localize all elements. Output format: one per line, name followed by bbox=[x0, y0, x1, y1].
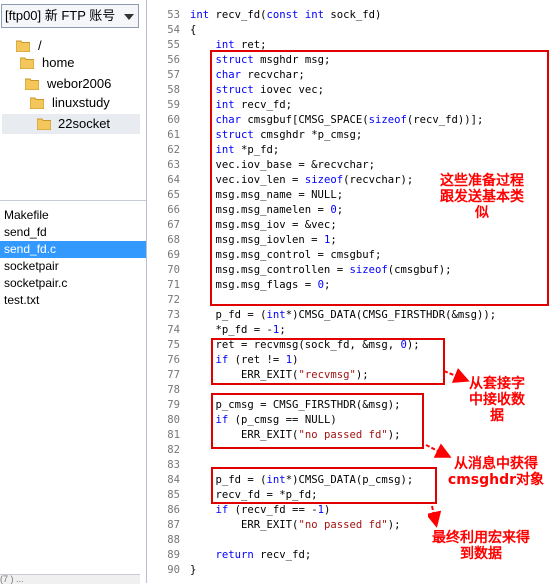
code-line: 53 int recv_fd(const int sock_fd) bbox=[150, 8, 551, 23]
tree-item-22socket[interactable]: 22socket bbox=[2, 114, 140, 134]
code-line: 54 { bbox=[150, 23, 551, 38]
tree-item-linuxstudy[interactable]: linuxstudy bbox=[30, 93, 142, 113]
annotation-note-setup: 这些准备过程跟发送基本类似 bbox=[440, 173, 524, 221]
code-text: p_fd = (int*)CMSG_DATA(CMSG_FIRSTHDR(&ms… bbox=[190, 309, 497, 321]
line-number: 75 bbox=[167, 339, 180, 351]
folder-tree: / home webor2006 linuxstudy 22socket bbox=[0, 30, 146, 201]
line-number: 71 bbox=[167, 279, 180, 291]
line-number: 68 bbox=[167, 234, 180, 246]
line-number: 56 bbox=[167, 54, 180, 66]
folder-icon bbox=[16, 40, 30, 52]
file-item-socketpair-c[interactable]: socketpair.c bbox=[0, 275, 146, 292]
tree-item-label: webor2006 bbox=[47, 76, 112, 91]
site-combo[interactable]: [ftp00] 新 FTP 账号 bbox=[1, 4, 139, 28]
code-text: if (recv_fd == -1) bbox=[215, 504, 331, 516]
annotation-note-cmsghdr: 从消息中获得cmsghdr对象 bbox=[442, 456, 550, 488]
file-item-socketpair[interactable]: socketpair bbox=[0, 258, 146, 275]
line-number: 55 bbox=[167, 39, 180, 51]
annotation-box-recvmsg bbox=[211, 338, 445, 385]
file-list: Makefile send_fd send_fd.c socketpair so… bbox=[0, 204, 146, 583]
line-number: 64 bbox=[167, 174, 180, 186]
line-number: 77 bbox=[167, 369, 180, 381]
tree-item-label: linuxstudy bbox=[52, 95, 110, 110]
file-item-makefile[interactable]: Makefile bbox=[0, 207, 146, 224]
code-text: *p_fd = -1; bbox=[190, 324, 286, 336]
line-number: 84 bbox=[167, 474, 180, 486]
tree-item-label: 22socket bbox=[58, 116, 111, 131]
file-item-send-fd-c[interactable]: send_fd.c bbox=[0, 241, 146, 258]
folder-icon bbox=[30, 97, 44, 109]
line-number: 87 bbox=[167, 519, 180, 531]
annotation-box-cmsghdr bbox=[211, 393, 424, 449]
line-number: 70 bbox=[167, 264, 180, 276]
code-text: return recv_fd; bbox=[215, 549, 312, 561]
line-number: 76 bbox=[167, 354, 180, 366]
site-combo-value: [ftp00] 新 FTP 账号 bbox=[5, 8, 116, 23]
folder-icon bbox=[20, 57, 34, 69]
code-line: 86 if (recv_fd == -1) bbox=[150, 503, 551, 518]
tree-item-label: home bbox=[42, 55, 75, 70]
line-number: 66 bbox=[167, 204, 180, 216]
line-number: 58 bbox=[167, 84, 180, 96]
annotation-note-data: 最终利用宏来得到数据 bbox=[426, 530, 536, 562]
code-line: 90} bbox=[150, 563, 551, 578]
line-number: 63 bbox=[167, 159, 180, 171]
tree-item-home[interactable]: home bbox=[20, 53, 140, 73]
line-number: 59 bbox=[167, 99, 180, 111]
arrow-icon bbox=[425, 443, 452, 458]
line-number: 69 bbox=[167, 249, 180, 261]
line-number: 85 bbox=[167, 489, 180, 501]
line-number: 83 bbox=[167, 459, 180, 471]
line-number: 73 bbox=[167, 309, 180, 321]
arrow-icon bbox=[443, 368, 470, 383]
line-number: 81 bbox=[167, 429, 180, 441]
left-panel: [ftp00] 新 FTP 账号 / home webor2006 linuxs… bbox=[0, 0, 147, 584]
annotation-box-data bbox=[211, 467, 437, 504]
line-number: 89 bbox=[167, 549, 180, 561]
line-number: 65 bbox=[167, 189, 180, 201]
file-item-test-txt[interactable]: test.txt bbox=[0, 292, 146, 309]
code-text: ERR_EXIT("no passed fd"); bbox=[190, 519, 401, 531]
code-line: 73 p_fd = (int*)CMSG_DATA(CMSG_FIRSTHDR(… bbox=[150, 308, 551, 323]
code-text: { bbox=[190, 24, 197, 36]
line-number: 90 bbox=[167, 564, 180, 576]
code-line: 74 *p_fd = -1; bbox=[150, 323, 551, 338]
line-number: 82 bbox=[167, 444, 180, 456]
code-text: } bbox=[190, 564, 197, 576]
annotation-note-recvmsg: 从套接字中接收数据 bbox=[468, 376, 526, 424]
line-number: 60 bbox=[167, 114, 180, 126]
line-number: 62 bbox=[167, 144, 180, 156]
line-number: 79 bbox=[167, 399, 180, 411]
code-text: int recv_fd(const int sock_fd) bbox=[190, 9, 382, 21]
line-number: 67 bbox=[167, 219, 180, 231]
arrow-icon bbox=[428, 505, 442, 528]
line-number: 74 bbox=[167, 324, 180, 336]
line-number: 86 bbox=[167, 504, 180, 516]
folder-icon bbox=[25, 78, 39, 90]
line-number: 57 bbox=[167, 69, 180, 81]
line-number: 61 bbox=[167, 129, 180, 141]
line-number: 80 bbox=[167, 414, 180, 426]
line-number: 78 bbox=[167, 384, 180, 396]
folder-icon bbox=[37, 118, 51, 130]
file-item-send-fd[interactable]: send_fd bbox=[0, 224, 146, 241]
line-number: 54 bbox=[167, 24, 180, 36]
line-number: 88 bbox=[167, 534, 180, 546]
line-number: 53 bbox=[167, 9, 180, 21]
chevron-down-icon[interactable] bbox=[124, 14, 134, 20]
tree-item-webor2006[interactable]: webor2006 bbox=[25, 74, 143, 94]
line-number: 72 bbox=[167, 294, 180, 306]
